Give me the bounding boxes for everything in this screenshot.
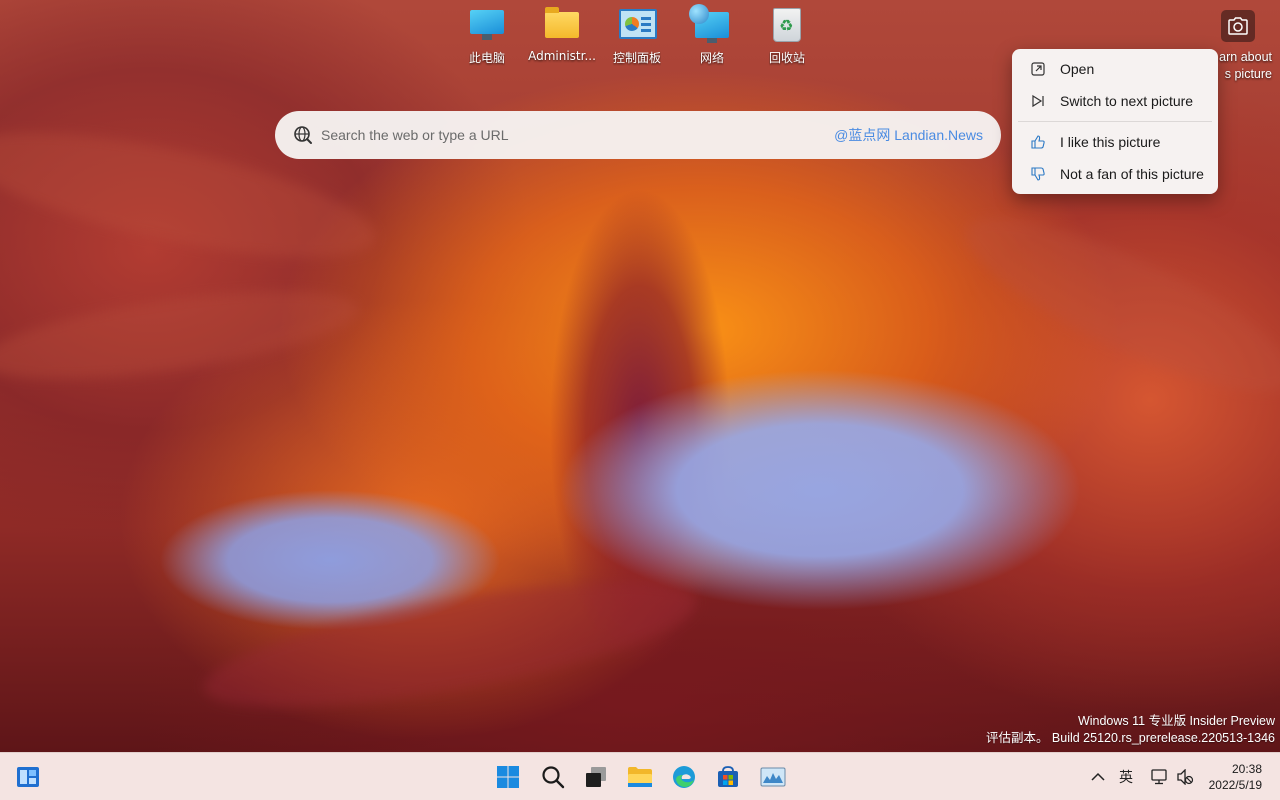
spotlight-camera-button[interactable] (1221, 10, 1255, 42)
search-icon (542, 766, 565, 789)
build-line-2: 评估副本。 Build 25120.rs_prerelease.220513-1… (985, 731, 1275, 745)
store-icon (718, 766, 738, 787)
thumbs-up-icon (1030, 134, 1046, 150)
clock-date: 2022/5/19 (1208, 778, 1262, 792)
taskbar-search-button[interactable] (535, 759, 571, 795)
menu-item-dislike[interactable]: Not a fan of this picture (1016, 158, 1214, 190)
taskbar-file-explorer-button[interactable] (622, 759, 658, 795)
menu-item-label: Open (1060, 61, 1095, 77)
build-line-1: Windows 11 专业版 Insider Preview (1077, 714, 1275, 728)
watermark-text: @蓝点网 Landian.News (834, 127, 983, 143)
taskbar-widgets-button[interactable] (10, 759, 46, 795)
clock-time: 20:38 (1231, 762, 1262, 776)
file-explorer-icon (628, 767, 652, 787)
task-view-icon (586, 767, 606, 787)
desktop-icon-label: 此电脑 (468, 51, 505, 65)
network-tray-icon (1151, 769, 1167, 785)
search-bar[interactable]: @蓝点网 Landian.News (275, 111, 1001, 159)
menu-item-label: Not a fan of this picture (1060, 166, 1204, 182)
desktop-icon-label: 网络 (699, 51, 724, 65)
camera-icon (1228, 17, 1248, 35)
desktop-icon-label: 回收站 (768, 51, 805, 65)
menu-item-open[interactable]: Open (1016, 53, 1214, 85)
taskbar-photos-button[interactable] (755, 759, 791, 795)
photos-icon (760, 767, 786, 787)
desktop-icon-label: Administr... (528, 49, 596, 63)
bing-search-icon (294, 126, 312, 144)
thumbs-down-icon (1030, 166, 1046, 182)
chevron-up-icon (1091, 772, 1105, 781)
widgets-icon (17, 767, 39, 787)
recycle-bin-icon (769, 6, 805, 42)
wallpaper-rock-layer (195, 557, 705, 733)
wallpaper-rock-layer (947, 188, 1280, 422)
spotlight-context-menu: Open Switch to next picture I like this … (1012, 49, 1218, 194)
menu-separator (1018, 121, 1212, 122)
menu-item-like[interactable]: I like this picture (1016, 126, 1214, 158)
desktop-icon-administrator[interactable]: Administr... (524, 6, 600, 68)
this-pc-icon (469, 6, 505, 42)
search-input[interactable] (321, 127, 835, 143)
next-picture-icon (1030, 93, 1046, 109)
network-icon (689, 4, 730, 43)
desktop-icon-network[interactable]: 网络 (674, 4, 750, 68)
desktop-icon-label: 控制面板 (612, 51, 661, 65)
user-folder-icon (544, 6, 580, 42)
taskbar-task-view-button[interactable] (578, 759, 614, 795)
open-external-icon (1030, 61, 1046, 77)
taskbar-start-button[interactable] (490, 759, 526, 795)
taskbar: 英 20:38 2022/5/19 (0, 752, 1280, 800)
start-icon (497, 766, 519, 788)
menu-item-label: I like this picture (1060, 134, 1161, 150)
build-watermark: Windows 11 专业版 Insider Preview 评估副本。 Bui… (986, 713, 1275, 747)
desktop-icon-recycle-bin[interactable]: 回收站 (749, 6, 825, 68)
taskbar-store-button[interactable] (710, 759, 746, 795)
desktop-icon-control-panel[interactable]: 控制面板 (599, 6, 675, 68)
tray-volume-button[interactable] (1174, 765, 1196, 789)
tray-network-button[interactable] (1148, 765, 1170, 789)
tray-overflow-chevron[interactable] (1088, 765, 1108, 789)
taskbar-clock[interactable]: 20:38 2022/5/19 (1209, 761, 1262, 793)
desktop-icon-this-pc[interactable]: 此电脑 (449, 6, 525, 68)
wallpaper-rock-layer (0, 273, 364, 397)
tray-ime-indicator[interactable]: 英 (1114, 765, 1138, 789)
edge-icon (673, 766, 695, 788)
control-panel-icon (619, 6, 657, 42)
menu-item-switch-next[interactable]: Switch to next picture (1016, 85, 1214, 117)
menu-item-label: Switch to next picture (1060, 93, 1194, 109)
volume-muted-icon (1177, 769, 1194, 785)
taskbar-edge-button[interactable] (666, 759, 702, 795)
